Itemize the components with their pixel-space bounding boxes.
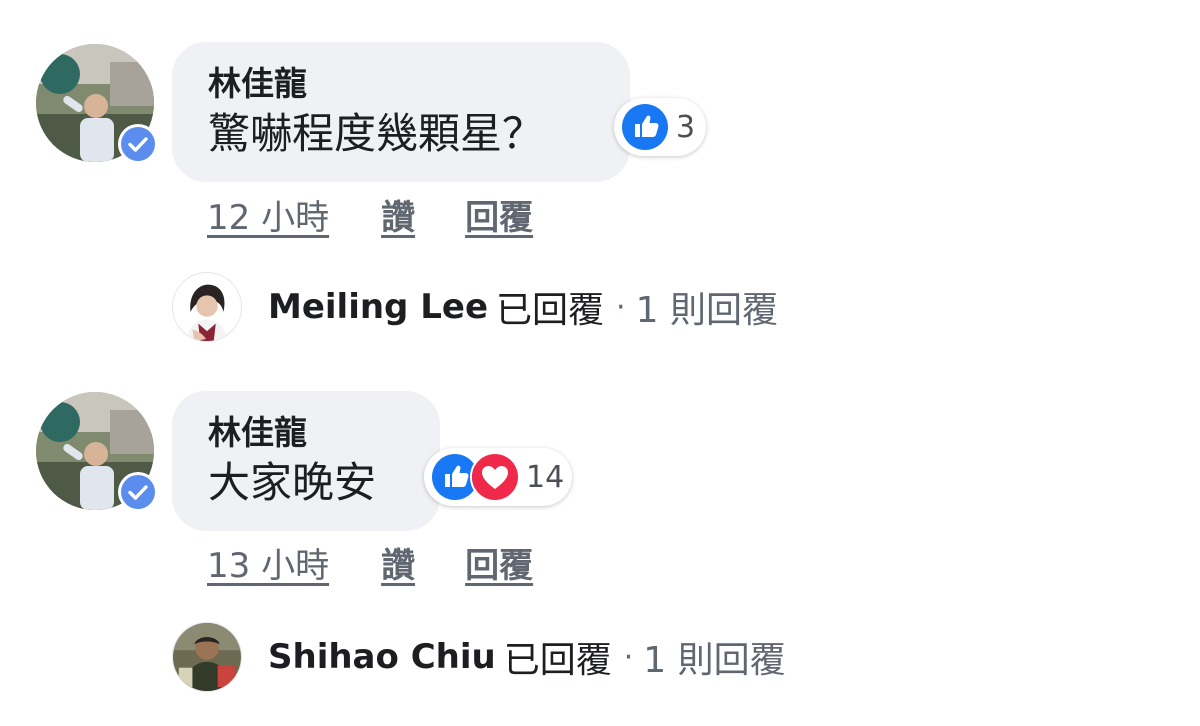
love-icon [470, 452, 520, 502]
like-button[interactable]: 讚 [381, 538, 415, 587]
timestamp-link[interactable]: 12 小時 [207, 190, 329, 239]
view-replies-link[interactable]: Shihao Chiu 已回覆 · 1 則回覆 [172, 622, 786, 692]
comment-text: 驚嚇程度幾顆星？ [208, 109, 545, 158]
view-replies-link[interactable]: Meiling Lee 已回覆 · 1 則回覆 [172, 272, 778, 342]
replier-avatar [172, 622, 242, 692]
verified-badge-icon [118, 124, 158, 164]
comment-bubble: 林佳龍 驚嚇程度幾顆星？ [172, 42, 630, 182]
verified-badge-icon [118, 472, 158, 512]
comment-actions: 13 小時 讚 回覆 [207, 538, 533, 587]
like-button[interactable]: 讚 [381, 190, 415, 239]
separator-dot: · [623, 639, 634, 675]
reaction-count: 14 [526, 459, 565, 495]
separator-dot: · [616, 289, 626, 325]
comment-text: 大家晚安 [208, 458, 377, 507]
comment-author[interactable]: 林佳龍 [208, 413, 404, 453]
replied-label: 已回覆 [496, 290, 605, 331]
replied-label: 已回覆 [503, 640, 612, 681]
reaction-count: 3 [676, 109, 696, 145]
replier-name: Shihao Chiu [268, 637, 496, 677]
reactions-summary[interactable]: 3 [614, 98, 706, 156]
replier-name: Meiling Lee [268, 287, 489, 327]
timestamp-link[interactable]: 13 小時 [207, 538, 329, 587]
reactions-summary[interactable]: 14 [424, 448, 572, 506]
replier-avatar [172, 272, 242, 342]
comment-bubble: 林佳龍 大家晚安 [172, 391, 440, 531]
comment-author[interactable]: 林佳龍 [208, 64, 594, 104]
reply-button[interactable]: 回覆 [465, 190, 533, 239]
reply-count: 1 則回覆 [643, 640, 786, 681]
reply-count: 1 則回覆 [635, 290, 778, 331]
comment-actions: 12 小時 讚 回覆 [207, 190, 533, 239]
like-icon [620, 102, 670, 152]
reply-button[interactable]: 回覆 [465, 538, 533, 587]
